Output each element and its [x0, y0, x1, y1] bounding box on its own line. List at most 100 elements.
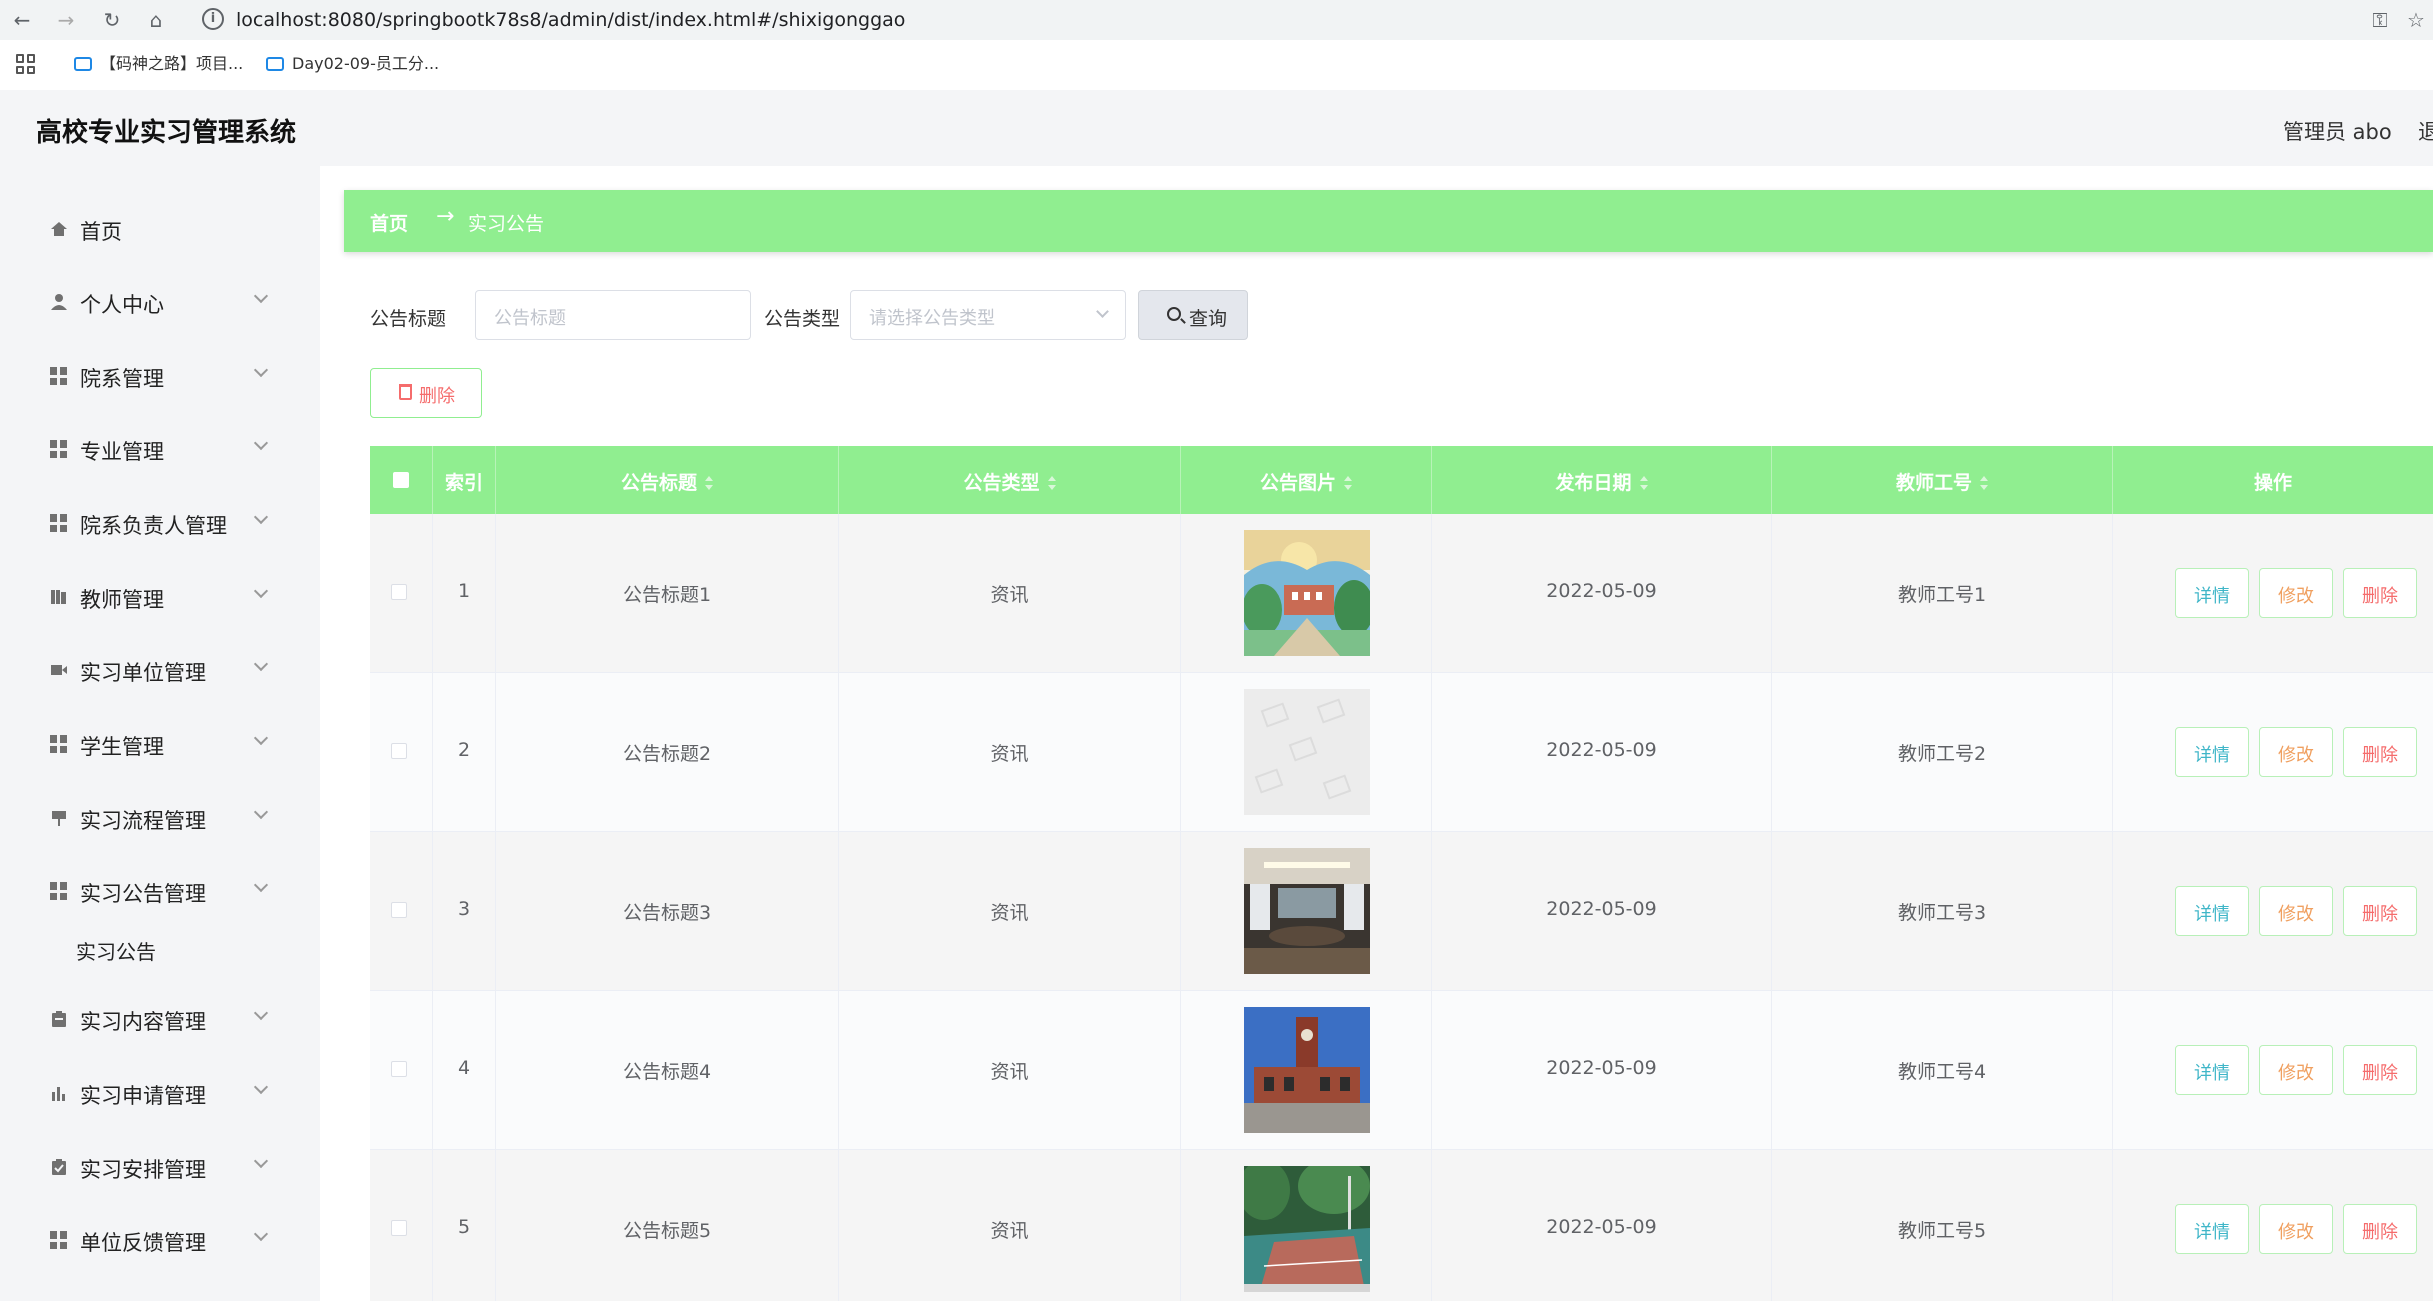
detail-button[interactable]: 详情: [2175, 886, 2249, 936]
detail-button[interactable]: 详情: [2175, 727, 2249, 777]
sort-icon[interactable]: [1980, 476, 1988, 490]
edit-button[interactable]: 修改: [2259, 886, 2333, 936]
back-arrow-icon[interactable]: ←: [8, 6, 36, 34]
row-checkbox[interactable]: [391, 743, 407, 759]
header-actions: 操作: [2113, 446, 2433, 514]
header-date-cell: 发布日期: [1432, 468, 1771, 495]
sidebar-item-label: 专业管理: [80, 440, 164, 464]
address-bar[interactable]: i localhost:8080/springbootk78s8/admin/d…: [196, 4, 2313, 36]
header-date[interactable]: 发布日期: [1432, 446, 1772, 514]
chevron-down-icon: [253, 1153, 269, 1169]
row-checkbox[interactable]: [391, 584, 407, 600]
sidebar-item-arrangements[interactable]: 实习安排管理: [0, 1144, 320, 1192]
sidebar-subitem-notice[interactable]: 实习公告: [76, 930, 316, 970]
delete-button[interactable]: 删除: [2343, 886, 2417, 936]
edit-button-label: 修改: [2278, 1063, 2314, 1084]
cell-select: [370, 1150, 433, 1301]
detail-button[interactable]: 详情: [2175, 568, 2249, 618]
main-content: 首页 → 实习公告 公告标题 公告标题 公告类型 请选择公告类型 查询 删除 索…: [320, 166, 2433, 1301]
row-checkbox[interactable]: [391, 902, 407, 918]
video-icon: [51, 665, 67, 675]
cell-date-text: 2022-05-09: [1546, 580, 1657, 602]
sidebar-item-process[interactable]: 实习流程管理: [0, 795, 320, 843]
notice-image-placeholder[interactable]: [1244, 689, 1370, 815]
apps-grid-icon[interactable]: [16, 54, 36, 74]
sidebar-item-content[interactable]: 实习内容管理: [0, 996, 320, 1044]
sidebar-item-teachers[interactable]: 教师管理: [0, 574, 320, 622]
key-icon[interactable]: ⚿: [2366, 6, 2394, 34]
detail-button[interactable]: 详情: [2175, 1204, 2249, 1254]
edit-button[interactable]: 修改: [2259, 727, 2333, 777]
delete-button[interactable]: 删除: [2343, 1045, 2417, 1095]
star-icon[interactable]: ☆: [2402, 6, 2430, 34]
logout-link[interactable]: 退出登录: [2418, 116, 2433, 146]
cell-teacher-id: 教师工号3: [1772, 832, 2113, 991]
header-teacher-id[interactable]: 教师工号: [1772, 446, 2113, 514]
detail-button[interactable]: 详情: [2175, 1045, 2249, 1095]
type-select[interactable]: 请选择公告类型: [850, 290, 1126, 340]
sidebar-item-label: 实习单位管理: [80, 661, 206, 685]
bookmark-item[interactable]: 【码神之路】项目...: [74, 52, 243, 76]
chevron-down-icon: [253, 1005, 269, 1021]
search-button-label: 查询: [1189, 308, 1228, 330]
notice-image-campus-painting[interactable]: [1244, 530, 1370, 656]
cell-index-text: 3: [457, 898, 471, 920]
bar-chart-icon: [52, 1087, 65, 1101]
header-title[interactable]: 公告标题: [496, 446, 839, 514]
sidebar-item-notices[interactable]: 实习公告管理: [0, 868, 320, 916]
row-checkbox[interactable]: [391, 1220, 407, 1236]
header-teacher-id-cell: 教师工号: [1772, 468, 2112, 495]
cell-teacher-id-text: 教师工号5: [1897, 1220, 1987, 1242]
sidebar-subitem-label: 实习公告: [76, 940, 156, 964]
sidebar-item-label: 实习申请管理: [80, 1084, 206, 1108]
site-info-icon[interactable]: i: [202, 8, 224, 30]
bookmark-item[interactable]: Day02-09-员工分...: [266, 52, 439, 76]
batch-delete-button[interactable]: 删除: [370, 368, 482, 418]
header-image-label: 公告图片: [1259, 472, 1336, 494]
edit-button-label: 修改: [2278, 586, 2314, 607]
cell-teacher-id: 教师工号5: [1772, 1150, 2113, 1301]
sort-icon[interactable]: [1047, 476, 1056, 490]
cell-select: [370, 673, 433, 832]
cell-type: 资讯: [839, 832, 1181, 991]
sidebar-item-personal-center[interactable]: 个人中心: [0, 279, 320, 327]
notice-image-clock-tower[interactable]: [1244, 1007, 1370, 1133]
cell-date: 2022-05-09: [1432, 832, 1772, 991]
edit-button[interactable]: 修改: [2259, 568, 2333, 618]
sidebar-item-feedback[interactable]: 单位反馈管理: [0, 1217, 320, 1265]
reload-icon[interactable]: ↻: [98, 6, 126, 34]
browser-toolbar: ← → ↻ ⌂ i localhost:8080/springbootk78s8…: [0, 0, 2433, 40]
chevron-up-icon: [253, 877, 269, 893]
breadcrumb-home[interactable]: 首页: [370, 209, 408, 236]
header-type[interactable]: 公告类型: [839, 446, 1181, 514]
select-all-checkbox[interactable]: [393, 472, 409, 488]
delete-button[interactable]: 删除: [2343, 568, 2417, 618]
sidebar-item-dept-heads[interactable]: 院系负责人管理: [0, 500, 320, 548]
cell-index: 5: [433, 1150, 496, 1301]
forward-arrow-icon[interactable]: →: [52, 6, 80, 34]
sort-icon[interactable]: [705, 476, 713, 490]
sidebar-item-internship-units[interactable]: 实习单位管理: [0, 647, 320, 695]
sidebar-item-home[interactable]: 首页: [0, 206, 320, 254]
notice-image-sports-court[interactable]: [1244, 1166, 1370, 1292]
delete-button[interactable]: 删除: [2343, 1204, 2417, 1254]
sort-icon[interactable]: [1344, 476, 1352, 490]
delete-button[interactable]: 删除: [2343, 727, 2417, 777]
edit-button[interactable]: 修改: [2259, 1045, 2333, 1095]
header-image[interactable]: 公告图片: [1181, 446, 1432, 514]
row-checkbox[interactable]: [391, 1061, 407, 1077]
table-row: 1 公告标题1 资讯 2022-05-09 教师工号1 详情 修改 删除: [370, 514, 2433, 673]
title-input[interactable]: 公告标题: [475, 290, 751, 340]
bookmark-label: Day02-09-员工分...: [292, 54, 440, 73]
search-button[interactable]: 查询: [1138, 290, 1248, 340]
edit-button[interactable]: 修改: [2259, 1204, 2333, 1254]
grid-icon: [50, 367, 68, 385]
sidebar-item-students[interactable]: 学生管理: [0, 721, 320, 769]
sidebar-item-departments[interactable]: 院系管理: [0, 353, 320, 401]
sidebar-item-applications[interactable]: 实习申请管理: [0, 1070, 320, 1118]
home-icon[interactable]: ⌂: [142, 6, 170, 34]
sort-icon[interactable]: [1639, 476, 1648, 490]
edit-button-label: 修改: [2278, 904, 2314, 925]
sidebar-item-majors[interactable]: 专业管理: [0, 426, 320, 474]
notice-image-meeting-room[interactable]: [1244, 848, 1370, 974]
